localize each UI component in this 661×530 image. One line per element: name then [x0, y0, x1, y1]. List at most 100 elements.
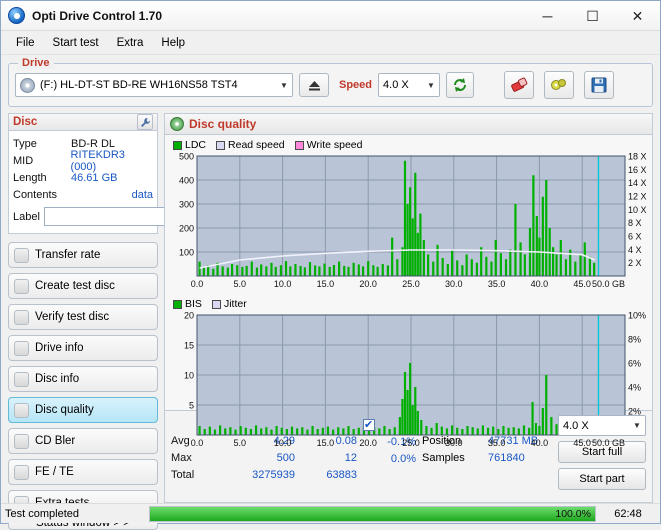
svg-text:45.0: 45.0 [573, 438, 591, 448]
disc-panel-body: Type BD-R DL MID RITEKDR3 (000) Length 4… [8, 130, 246, 234]
menu-file[interactable]: File [7, 34, 44, 52]
refresh-button[interactable] [446, 72, 475, 98]
disc-panel-title: Disc [13, 116, 38, 128]
legend-swatch-bis [173, 299, 182, 309]
disc-key-type: Type [13, 137, 37, 150]
menu-extra[interactable]: Extra [108, 34, 153, 52]
chart1-legend: LDC Read speed Write speed [167, 138, 650, 152]
svg-text:25.0: 25.0 [402, 279, 420, 289]
disc-info-icon [14, 371, 29, 387]
speed-select[interactable]: 4.0 X ▼ [378, 73, 441, 97]
minimize-button[interactable]: ─ [525, 1, 570, 31]
stats-total-ldc: 3275939 [252, 468, 295, 481]
svg-text:10%: 10% [628, 311, 646, 321]
sidebar-item-drive-info[interactable]: Drive info [8, 335, 158, 361]
drive-group: Drive (F:) HL-DT-ST BD-RE WH16NS58 TST4 … [8, 57, 653, 107]
sidebar-label: Drive info [35, 342, 84, 354]
svg-text:35.0: 35.0 [488, 279, 506, 289]
disc-icon [20, 77, 35, 93]
svg-text:35.0: 35.0 [488, 438, 506, 448]
jitter-checkbox[interactable] [363, 418, 375, 431]
sidebar-item-transfer-rate[interactable]: Transfer rate [8, 242, 158, 268]
disc-write-icon [14, 278, 29, 294]
svg-text:15.0: 15.0 [317, 279, 335, 289]
sidebar-item-cd-bler[interactable]: CD Bler [8, 428, 158, 454]
svg-text:6%: 6% [628, 359, 641, 369]
chart-ldc: 100 200 300 400 500 2 X 4 X 6 X 8 X 10 X 12 X 14 X 1… [167, 152, 650, 295]
svg-text:10.0: 10.0 [274, 279, 292, 289]
disc-label-caption: Label [13, 210, 40, 223]
svg-text:40.0: 40.0 [531, 279, 549, 289]
legend-swatch-read-speed [216, 140, 226, 150]
chart2-legend: BIS Jitter [167, 297, 650, 311]
legend-swatch-write-speed [294, 140, 304, 150]
svg-text:18 X: 18 X [628, 152, 647, 162]
eraser-icon [511, 77, 528, 92]
save-button[interactable] [584, 71, 615, 99]
wrench-icon[interactable] [137, 114, 153, 130]
maximize-button[interactable]: ☐ [570, 1, 615, 31]
sidebar-item-verify-test-disc[interactable]: Verify test disc [8, 304, 158, 330]
svg-text:5.0: 5.0 [234, 438, 247, 448]
svg-text:5: 5 [189, 401, 194, 411]
svg-text:100: 100 [179, 248, 194, 258]
sidebar-label: FE / TE [35, 466, 74, 478]
svg-text:5.0: 5.0 [234, 279, 247, 289]
menu-help[interactable]: Help [152, 34, 194, 52]
quality-panel-title: Disc quality [189, 117, 257, 131]
start-part-button[interactable]: Start part [558, 468, 646, 490]
drive-info-icon [14, 340, 29, 356]
tools-button[interactable] [544, 71, 575, 99]
stats-label-total: Total [171, 468, 195, 481]
charts-area: LDC Read speed Write speed 100 200 300 400 5… [164, 135, 653, 448]
sidebar-item-create-test-disc[interactable]: Create test disc [8, 273, 158, 299]
svg-text:300: 300 [179, 200, 194, 210]
sidebar-label: Transfer rate [35, 249, 101, 261]
status-bar: Test completed 100.0% 62:48 [1, 503, 660, 523]
tools-icon [551, 79, 567, 90]
fe-te-icon [14, 464, 29, 480]
legend-label-ldc: LDC [185, 139, 207, 151]
svg-text:10.0: 10.0 [274, 438, 292, 448]
sidebar-item-disc-info[interactable]: Disc info [8, 366, 158, 392]
drive-select[interactable]: (F:) HL-DT-ST BD-RE WH16NS58 TST4 ▼ [15, 73, 293, 97]
svg-text:6 X: 6 X [628, 232, 642, 242]
test-speed-select[interactable]: 4.0 X ▼ [558, 415, 646, 436]
menu-start-test[interactable]: Start test [44, 34, 108, 52]
svg-text:10: 10 [184, 371, 194, 381]
svg-text:45.0: 45.0 [573, 279, 591, 289]
disc-value-contents: data [131, 188, 153, 201]
disc-row-mid: MID RITEKDR3 (000) [13, 149, 153, 173]
svg-text:15: 15 [184, 341, 194, 351]
drive-group-label: Drive [18, 57, 54, 69]
svg-text:50.0 GB: 50.0 GB [592, 438, 625, 448]
sidebar-label: CD Bler [35, 435, 76, 447]
chart-icon [14, 247, 29, 263]
svg-text:16 X: 16 X [628, 165, 647, 175]
svg-text:20: 20 [184, 311, 194, 321]
eject-button[interactable] [299, 73, 329, 97]
disc-row-contents: Contents data [13, 186, 153, 203]
svg-text:25.0: 25.0 [402, 438, 420, 448]
main-body: Disc Type BD-R DL MID RITEKDR3 (000) Len… [1, 107, 660, 530]
refresh-icon [454, 78, 467, 92]
legend-label-bis: BIS [185, 298, 202, 310]
erase-button[interactable] [504, 71, 535, 99]
svg-text:200: 200 [179, 224, 194, 234]
svg-text:0.0: 0.0 [191, 279, 204, 289]
chevron-down-icon: ▼ [633, 421, 641, 430]
disc-key-contents: Contents [13, 188, 58, 201]
sidebar-buttons: Transfer rate Create test disc Verify te… [8, 242, 158, 516]
chevron-down-icon: ▼ [427, 80, 435, 90]
elapsed-time: 62:48 [614, 507, 642, 520]
cd-bler-icon [14, 433, 29, 449]
svg-text:8%: 8% [628, 335, 641, 345]
sidebar-item-disc-quality[interactable]: Disc quality [8, 397, 158, 423]
disc-value-length: 46.61 GB [71, 171, 118, 184]
close-button[interactable]: ✕ [615, 1, 660, 31]
stats-total-bis: 63883 [326, 468, 357, 481]
legend-swatch-ldc [173, 140, 182, 150]
disc-icon [170, 117, 184, 131]
sidebar-item-fe-te[interactable]: FE / TE [8, 459, 158, 485]
status-text: Test completed [5, 507, 79, 520]
